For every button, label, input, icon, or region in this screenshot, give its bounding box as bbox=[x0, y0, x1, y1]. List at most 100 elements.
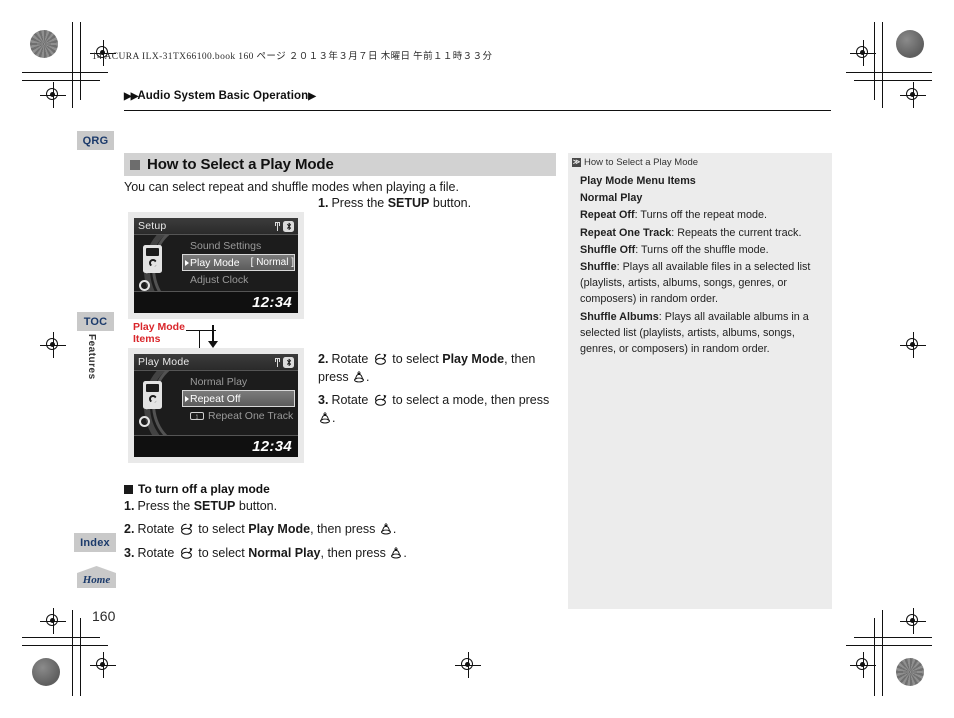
sidebar-tab-qrg[interactable]: QRG bbox=[77, 131, 114, 150]
flow-arrow-down-icon bbox=[208, 325, 217, 348]
sidebar-tab-toc-label: TOC bbox=[83, 315, 108, 328]
lcd-clock: 12:34 bbox=[134, 291, 298, 313]
side-note-header-text: How to Select a Play Mode bbox=[584, 157, 699, 168]
crop-mark bbox=[846, 645, 932, 646]
note-line: Shuffle: Plays all available files in a … bbox=[580, 260, 811, 306]
callout-line-2: Items bbox=[133, 333, 161, 346]
lcd-menu-item[interactable]: Adjust Clock bbox=[182, 271, 295, 288]
lcd-title-bar: Play Mode bbox=[134, 354, 298, 371]
page-title: How to Select a Play Mode bbox=[147, 156, 334, 173]
step-number: 1. bbox=[124, 499, 135, 513]
lcd-menu-item-label: Normal Play bbox=[190, 375, 248, 388]
lcd-title-bar: Setup bbox=[134, 218, 298, 235]
subsection-title: To turn off a play mode bbox=[138, 482, 270, 496]
lcd-content: Sound Settings Play Mode [ Normal ] Adjus… bbox=[134, 235, 298, 291]
lcd-menu-item-selected[interactable]: Play Mode [ Normal ] bbox=[182, 254, 295, 271]
note-line: Repeat One Track: Repeats the current tr… bbox=[580, 226, 802, 239]
lcd-menu-item[interactable]: Sound Settings bbox=[182, 237, 295, 254]
side-note-panel: ≫ How to Select a Play Mode Play Mode Me… bbox=[568, 153, 832, 609]
crop-mark bbox=[72, 22, 73, 108]
section-intro: You can select repeat and shuffle modes … bbox=[124, 180, 459, 194]
breadcrumb-suffix-icon: ▶ bbox=[308, 91, 316, 102]
registration-mark-left-middle bbox=[40, 332, 66, 358]
lcd-clock-value: 12:34 bbox=[252, 294, 292, 311]
crop-mark bbox=[22, 80, 100, 81]
sidebar-tab-home[interactable]: Home bbox=[77, 566, 116, 588]
lcd-menu-list: Normal Play Repeat Off 1 Repeat One Track bbox=[182, 373, 295, 424]
rotary-knob-icon bbox=[179, 547, 194, 559]
section-marker-features: Features bbox=[86, 334, 97, 380]
registration-mark-right-middle bbox=[900, 332, 926, 358]
lcd-menu-item[interactable]: 1 Repeat One Track bbox=[182, 407, 295, 424]
note-marker-icon: ≫ bbox=[572, 158, 581, 167]
crop-mark bbox=[80, 618, 81, 696]
crop-mark bbox=[882, 22, 883, 108]
crop-mark bbox=[22, 72, 108, 73]
page-number: 160 bbox=[92, 608, 116, 624]
lcd-panel: Play Mode Normal Play Repeat Off 1 Repeat… bbox=[134, 354, 298, 457]
step-item: 3. Rotate to select a mode, then press . bbox=[318, 392, 558, 428]
breadcrumb-text: Audio System Basic Operation bbox=[137, 90, 309, 102]
registration-mark-top-right bbox=[850, 40, 876, 66]
press-knob-icon bbox=[380, 522, 392, 535]
lcd-menu-item[interactable]: Normal Play bbox=[182, 373, 295, 390]
screenshot-play-mode-screen: Play Mode Normal Play Repeat Off 1 Repeat… bbox=[128, 348, 304, 463]
usb-icon bbox=[274, 221, 281, 232]
step-text: Rotate to select a mode, then press . bbox=[318, 393, 549, 425]
repeat-one-icon: 1 bbox=[190, 411, 204, 420]
section-heading: How to Select a Play Mode bbox=[124, 153, 556, 176]
bullet-square-icon bbox=[130, 159, 140, 170]
crop-mark bbox=[882, 610, 883, 696]
lcd-menu-item-label: Play Mode bbox=[190, 256, 240, 269]
lcd-screen-title: Setup bbox=[138, 220, 167, 232]
crop-mark bbox=[854, 80, 932, 81]
lcd-status-icons bbox=[274, 356, 294, 368]
lcd-menu-item-selected[interactable]: Repeat Off bbox=[182, 390, 295, 407]
step-text: Rotate to select Normal Play, then press… bbox=[137, 546, 407, 560]
sidebar-tab-index[interactable]: Index bbox=[74, 533, 116, 552]
step-number: 3. bbox=[318, 393, 329, 407]
wrench-icon bbox=[139, 260, 165, 291]
lcd-clock: 12:34 bbox=[134, 435, 298, 457]
substep-item: 2. Rotate to select Play Mode, then press… bbox=[124, 521, 444, 539]
rotary-knob-icon bbox=[179, 523, 194, 535]
press-knob-icon bbox=[353, 370, 365, 383]
print-book-line: 14 ACURA ILX-31TX66100.book 160 ページ ２０１３… bbox=[92, 52, 493, 62]
registration-mark-right-lower bbox=[900, 608, 926, 634]
substep-item: 3. Rotate to select Normal Play, then pre… bbox=[124, 545, 444, 563]
lcd-content: Normal Play Repeat Off 1 Repeat One Track bbox=[134, 371, 298, 435]
step-text: Rotate to select Play Mode, then press . bbox=[318, 352, 536, 384]
registration-mark-bottom-center bbox=[455, 652, 481, 678]
usb-icon bbox=[274, 357, 281, 368]
breadcrumb-prefix-icon: ▶▶ bbox=[124, 91, 138, 102]
step-text: Press the SETUP button. bbox=[331, 196, 472, 210]
screenshot-setup-screen: Setup Sound Settings Play Mode [ Normal ]… bbox=[128, 212, 304, 319]
step-text: Rotate to select Play Mode, then press . bbox=[137, 522, 397, 536]
step-number: 3. bbox=[124, 546, 135, 560]
step-text: Press the SETUP button. bbox=[137, 499, 278, 513]
registration-mark-right-upper bbox=[900, 82, 926, 108]
crop-mark bbox=[846, 72, 932, 73]
subsection-heading: To turn off a play mode bbox=[124, 482, 270, 496]
crop-mark bbox=[854, 637, 932, 638]
registration-mark-left-lower bbox=[40, 608, 66, 634]
lcd-menu-item-label: Repeat Off bbox=[190, 392, 241, 405]
breadcrumb: ▶▶Audio System Basic Operation▶ bbox=[124, 90, 316, 102]
header-rule bbox=[124, 110, 831, 112]
sidebar-tab-home-label: Home bbox=[82, 574, 111, 586]
lcd-menu-list: Sound Settings Play Mode [ Normal ] Adjus… bbox=[182, 237, 295, 288]
step-item: 2. Rotate to select Play Mode, then press… bbox=[318, 351, 548, 387]
registration-mark-left-upper bbox=[40, 82, 66, 108]
side-note-header: ≫ How to Select a Play Mode bbox=[572, 157, 698, 168]
crop-mark bbox=[80, 22, 81, 100]
sidebar-tab-qrg-label: QRG bbox=[82, 134, 109, 147]
side-note-body: Play Mode Menu Items Normal Play Repeat … bbox=[580, 173, 824, 358]
lcd-panel: Setup Sound Settings Play Mode [ Normal ]… bbox=[134, 218, 298, 313]
substep-item: 1. Press the SETUP button. bbox=[124, 498, 424, 516]
sidebar-tab-toc[interactable]: TOC bbox=[77, 312, 114, 331]
crop-mark bbox=[22, 645, 108, 646]
lcd-menu-item-value: [ Normal ] bbox=[250, 257, 294, 268]
note-line: Play Mode Menu Items bbox=[580, 175, 696, 187]
lcd-screen-title: Play Mode bbox=[138, 356, 190, 368]
print-color-blob-tl bbox=[30, 30, 58, 58]
